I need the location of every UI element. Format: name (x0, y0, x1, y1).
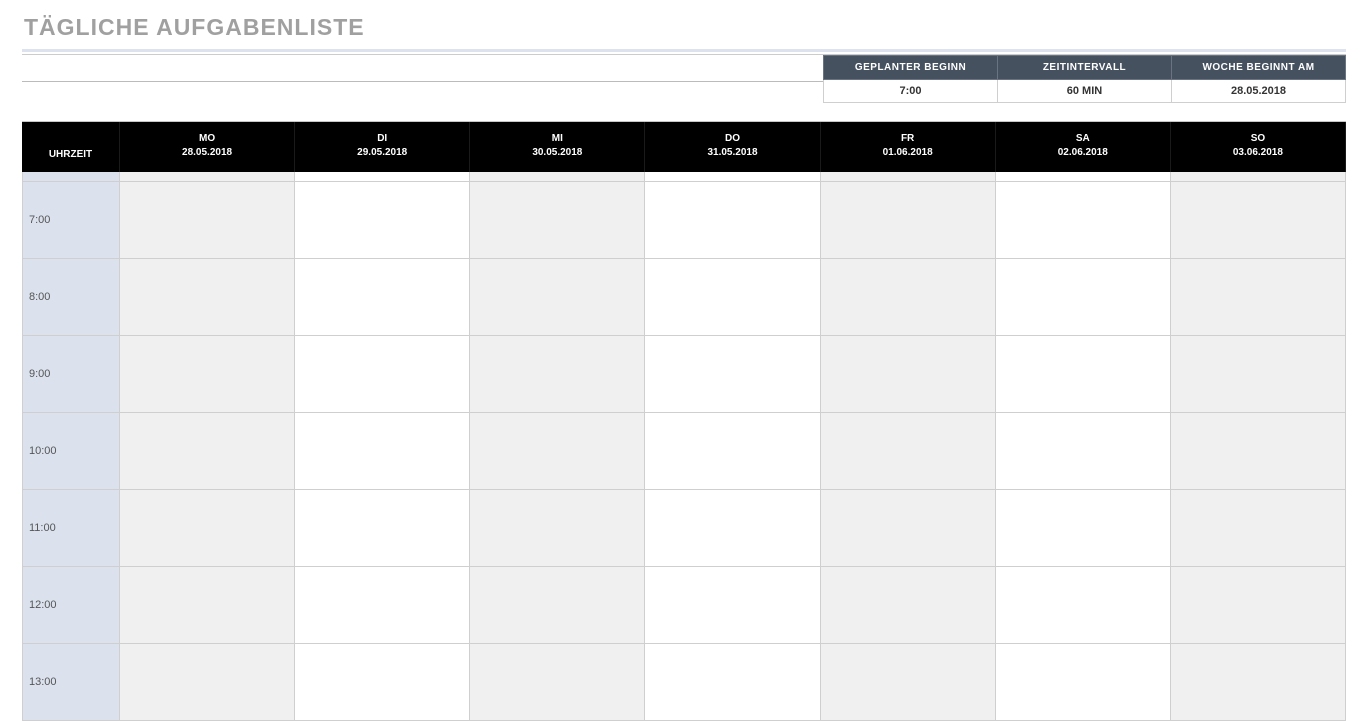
schedule-cell[interactable] (470, 490, 645, 567)
schedule-cell[interactable] (120, 490, 295, 567)
day-date: 30.05.2018 (474, 146, 640, 160)
time-cell: 7:00 (22, 182, 120, 259)
schedule-cell[interactable] (996, 413, 1171, 490)
spacer-cell (295, 172, 470, 182)
schedule-cell[interactable] (996, 336, 1171, 413)
schedule-body: 7:008:009:0010:0011:0012:0013:00 (22, 172, 1346, 721)
schedule-cell[interactable] (821, 490, 996, 567)
schedule-cell[interactable] (996, 644, 1171, 721)
schedule-cell[interactable] (645, 182, 820, 259)
day-abbr: MO (124, 132, 290, 146)
schedule-cell[interactable] (470, 336, 645, 413)
time-cell: 11:00 (22, 490, 120, 567)
schedule-cell[interactable] (1171, 644, 1346, 721)
header-day-mo: MO 28.05.2018 (120, 122, 295, 172)
schedule-cell[interactable] (821, 259, 996, 336)
schedule-cell[interactable] (120, 259, 295, 336)
day-abbr: FR (825, 132, 991, 146)
schedule-cell[interactable] (1171, 413, 1346, 490)
spacer-cell (645, 172, 820, 182)
header-day-di: DI 29.05.2018 (295, 122, 470, 172)
schedule-cell[interactable] (645, 644, 820, 721)
header-day-so: SO 03.06.2018 (1171, 122, 1346, 172)
schedule-cell[interactable] (996, 259, 1171, 336)
schedule-cell[interactable] (470, 259, 645, 336)
schedule-cell[interactable] (295, 259, 470, 336)
day-abbr: SO (1175, 132, 1341, 146)
meta-value-weekstart[interactable]: 28.05.2018 (1172, 80, 1346, 103)
schedule-cell[interactable] (821, 644, 996, 721)
day-date: 29.05.2018 (299, 146, 465, 160)
header-day-fr: FR 01.06.2018 (821, 122, 996, 172)
header-day-mi: MI 30.05.2018 (470, 122, 645, 172)
schedule-cell[interactable] (1171, 567, 1346, 644)
schedule-cell[interactable] (295, 644, 470, 721)
time-cell: 8:00 (22, 259, 120, 336)
schedule-cell[interactable] (645, 259, 820, 336)
spacer-cell (996, 172, 1171, 182)
time-cell: 10:00 (22, 413, 120, 490)
schedule-cell[interactable] (821, 182, 996, 259)
schedule-cell[interactable] (470, 182, 645, 259)
time-cell: 12:00 (22, 567, 120, 644)
schedule-cell[interactable] (1171, 182, 1346, 259)
schedule-cell[interactable] (295, 567, 470, 644)
page-title: TÄGLICHE AUFGABENLISTE (24, 14, 1346, 41)
spacer-cell (22, 172, 120, 182)
day-abbr: SA (1000, 132, 1166, 146)
time-cell: 13:00 (22, 644, 120, 721)
schedule-cell[interactable] (295, 336, 470, 413)
day-abbr: DI (299, 132, 465, 146)
schedule-cell[interactable] (645, 413, 820, 490)
schedule-cell[interactable] (1171, 336, 1346, 413)
day-date: 01.06.2018 (825, 146, 991, 160)
schedule-cell[interactable] (645, 490, 820, 567)
schedule-cell[interactable] (470, 413, 645, 490)
header-day-sa: SA 02.06.2018 (996, 122, 1171, 172)
schedule-cell[interactable] (821, 567, 996, 644)
spacer-cell (821, 172, 996, 182)
schedule-cell[interactable] (821, 336, 996, 413)
schedule-cell[interactable] (120, 413, 295, 490)
schedule-cell[interactable] (295, 182, 470, 259)
schedule-cell[interactable] (996, 490, 1171, 567)
schedule-cell[interactable] (470, 567, 645, 644)
schedule-cell[interactable] (645, 336, 820, 413)
time-cell: 9:00 (22, 336, 120, 413)
meta-header-start: GEPLANTER BEGINN (824, 56, 998, 80)
meta-table: GEPLANTER BEGINN ZEITINTERVALL WOCHE BEG… (823, 55, 1346, 103)
schedule-cell[interactable] (295, 413, 470, 490)
schedule-cell[interactable] (1171, 259, 1346, 336)
schedule-cell[interactable] (645, 567, 820, 644)
spacer-cell (470, 172, 645, 182)
divider (22, 49, 1346, 52)
schedule-header: UHRZEIT MO 28.05.2018 DI 29.05.2018 MI 3… (22, 122, 1346, 172)
schedule-cell[interactable] (120, 567, 295, 644)
schedule-cell[interactable] (120, 336, 295, 413)
spacer-cell (1171, 172, 1346, 182)
schedule-cell[interactable] (120, 644, 295, 721)
day-abbr: DO (649, 132, 815, 146)
schedule-cell[interactable] (996, 182, 1171, 259)
meta-header-interval: ZEITINTERVALL (998, 56, 1172, 80)
schedule-cell[interactable] (120, 182, 295, 259)
day-date: 02.06.2018 (1000, 146, 1166, 160)
schedule-cell[interactable] (470, 644, 645, 721)
day-abbr: MI (474, 132, 640, 146)
schedule: UHRZEIT MO 28.05.2018 DI 29.05.2018 MI 3… (22, 121, 1346, 721)
meta-header-weekstart: WOCHE BEGINNT AM (1172, 56, 1346, 80)
day-date: 03.06.2018 (1175, 146, 1341, 160)
meta-value-interval[interactable]: 60 MIN (998, 80, 1172, 103)
header-day-do: DO 31.05.2018 (645, 122, 820, 172)
schedule-cell[interactable] (821, 413, 996, 490)
spacer-cell (120, 172, 295, 182)
day-date: 28.05.2018 (124, 146, 290, 160)
meta-value-start[interactable]: 7:00 (824, 80, 998, 103)
day-date: 31.05.2018 (649, 146, 815, 160)
schedule-cell[interactable] (996, 567, 1171, 644)
schedule-cell[interactable] (1171, 490, 1346, 567)
header-time: UHRZEIT (22, 122, 120, 172)
schedule-cell[interactable] (295, 490, 470, 567)
